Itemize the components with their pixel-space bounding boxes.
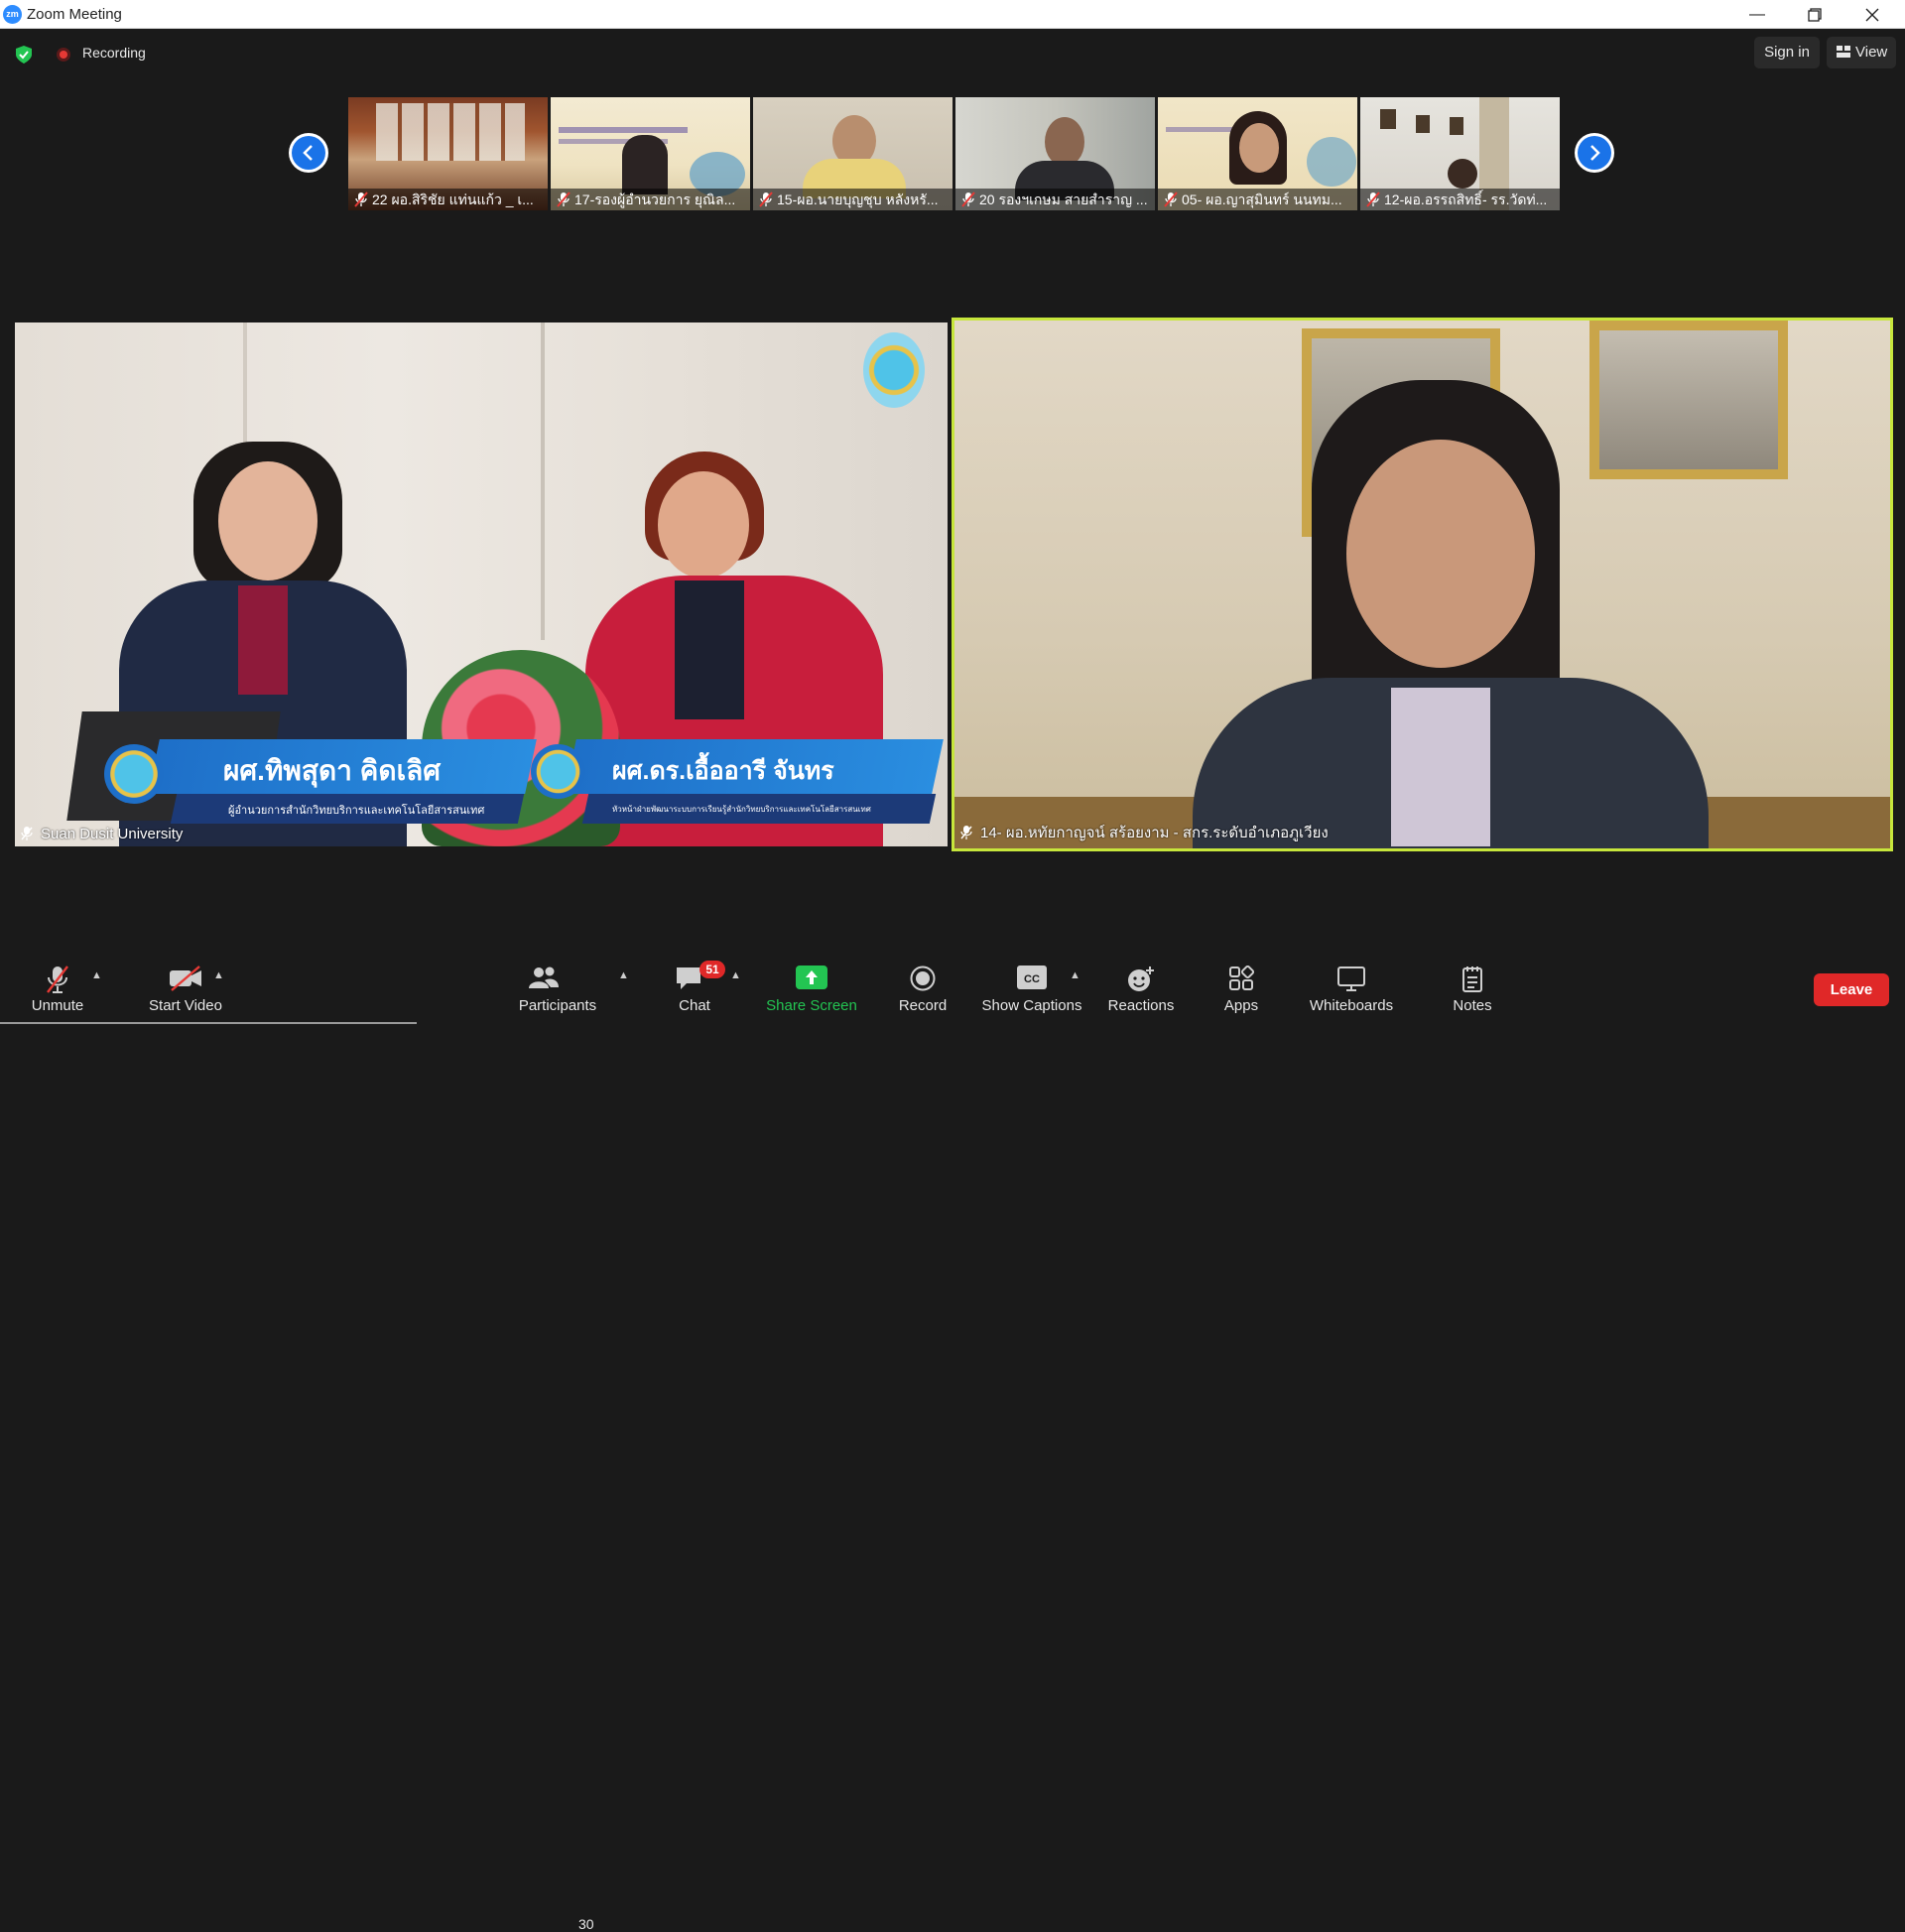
title-bar: zm Zoom Meeting — [0,0,1905,29]
reactions-button[interactable]: Reactions [1101,948,1181,1024]
share-screen-button[interactable]: Share Screen [762,948,861,1024]
participant-name: 20 รองฯเกษม สายสำราญ ... [955,189,1155,210]
muted-mic-icon [557,192,571,207]
recording-icon [57,48,70,62]
muted-mic-icon [960,826,972,839]
notes-icon [1462,966,1482,992]
apps-button[interactable]: Apps [1202,948,1281,1024]
participant-name: 17-รองผู้อำนวยการ ยุณิล... [551,189,750,210]
participant-thumbnail[interactable]: 22 ผอ.สิริชัย แท่นแก้ว _ เ... [348,97,548,210]
smiley-plus-icon [1128,966,1154,991]
chat-icon [677,967,700,989]
share-screen-label: Share Screen [766,997,857,1014]
participant-thumbnail[interactable]: 12-ผอ.อรรถสิทธิ์- รร.วัดท่... [1360,97,1560,210]
show-captions-label: Show Captions [981,997,1082,1014]
minimize-button[interactable]: — [1728,0,1786,29]
whiteboards-label: Whiteboards [1309,997,1394,1014]
window-title: Zoom Meeting [27,6,122,23]
record-label: Record [898,997,948,1014]
chat-label: Chat [679,997,710,1014]
participants-label: Participants [518,997,597,1014]
participants-icon [529,966,559,988]
video-options-chevron-up-icon[interactable]: ▲ [213,969,224,981]
show-captions-button[interactable]: CC Show Captions [977,948,1086,1024]
participants-options-chevron-up-icon[interactable]: ▲ [618,969,629,981]
participant-name: 12-ผอ.อรรถสิทธิ์- รร.วัดท่... [1360,189,1560,210]
muted-mic-icon [1164,192,1178,207]
whiteboards-button[interactable]: Whiteboards [1297,948,1406,1024]
participant-name: 15-ผอ.นายบุญชุบ หลังหรั... [753,189,952,210]
chat-unread-badge: 51 [699,961,725,978]
unmute-label: Unmute [31,997,84,1014]
whiteboard-icon [1337,966,1365,991]
audio-options-chevron-up-icon[interactable]: ▲ [91,969,102,981]
caption-role-2: หัวหน้าฝ่ายพัฒนาระบบการเรียนรู้สำนักวิทย… [612,805,871,814]
reactions-label: Reactions [1107,997,1175,1014]
chat-button[interactable]: Chat [655,948,734,1024]
gallery-view-icon [1837,46,1850,58]
caption-name-2: ผศ.ดร.เอื้ออารี จันทร [612,757,834,785]
caption-name-1: ผศ.ทิพสุดา คิดเลิศ [223,755,442,786]
meeting-toolbar: Unmute ▲ Start Video ▲ Participants 30 ▲… [0,948,1905,1932]
muted-mic-icon [21,827,33,840]
muted-mic-icon [47,966,68,993]
video-off-icon [170,966,201,991]
notes-button[interactable]: Notes [1433,948,1512,1024]
view-button[interactable]: View [1827,37,1896,68]
participant-gallery-strip: 22 ผอ.สิริชัย แท่นแก้ว _ เ... 17-รองผู้อ… [348,97,1560,210]
participant-thumbnail[interactable]: 15-ผอ.นายบุญชุบ หลังหรั... [753,97,952,210]
apps-label: Apps [1223,997,1259,1014]
apps-icon [1229,966,1254,990]
sign-in-button[interactable]: Sign in [1754,37,1820,68]
muted-mic-icon [1366,192,1380,207]
recording-label: Recording [82,45,146,61]
participant-name: 22 ผอ.สิริชัย แท่นแก้ว _ เ... [348,189,548,210]
zoom-logo-icon: zm [3,5,22,24]
restore-button[interactable] [1786,0,1843,29]
university-seal-logo [863,332,925,408]
lower-third-caption-1: ผศ.ทิพสุดา คิดเลิศ ผู้อำนวยการสำนักวิทยบ… [104,739,537,829]
chevron-left-icon [303,145,313,161]
tile-name: 14- ผอ.หทัยกาญจน์ สร้อยงาม - สกร.ระดับอำ… [980,825,1329,841]
chat-options-chevron-up-icon[interactable]: ▲ [730,969,741,981]
share-screen-icon [796,966,827,989]
participants-count: 30 [578,1916,594,1932]
tile-name: Suan Dusit University [41,826,184,842]
record-button[interactable]: Record [883,948,962,1024]
tile-name-label: 14- ผอ.หทัยกาญจน์ สร้อยงาม - สกร.ระดับอำ… [960,821,1329,844]
previous-page-button[interactable] [289,133,328,173]
muted-mic-icon [961,192,975,207]
next-page-button[interactable] [1575,133,1614,173]
participant-thumbnail[interactable]: 20 รองฯเกษม สายสำราญ ... [955,97,1155,210]
caption-role-1: ผู้อำนวยการสำนักวิทยบริการและเทคโนโลยีสา… [228,805,485,817]
muted-mic-icon [759,192,773,207]
lower-third-caption-2: ผศ.ดร.เอื้ออารี จันทร หัวหน้าฝ่ายพัฒนาระ… [531,739,948,829]
closed-captions-icon: CC [1017,966,1047,989]
record-icon [910,966,936,991]
view-label: View [1855,44,1888,61]
chevron-right-icon [1590,145,1600,161]
security-shield-icon[interactable] [16,46,32,64]
video-tile-suan-dusit[interactable]: ผศ.ทิพสุดา คิดเลิศ ผู้อำนวยการสำนักวิทยบ… [15,322,948,846]
start-video-button[interactable]: Start Video [131,948,240,1024]
framed-portrait-right [1589,321,1788,479]
start-video-label: Start Video [149,997,222,1014]
svg-text:CC: CC [1024,973,1040,985]
unmute-button[interactable]: Unmute [18,948,97,1024]
captions-options-chevron-up-icon[interactable]: ▲ [1070,969,1080,981]
participants-button[interactable]: Participants [508,948,607,1024]
participant-name: 05- ผอ.ญาสุมินทร์ นนทม... [1158,189,1357,210]
participant-thumbnail[interactable]: 17-รองผู้อำนวยการ ยุณิล... [551,97,750,210]
tile-name-label: Suan Dusit University [21,826,183,842]
muted-mic-icon [354,192,368,207]
close-button[interactable] [1843,0,1901,29]
video-tile-active-speaker[interactable]: 14- ผอ.หทัยกาญจน์ สร้อยงาม - สกร.ระดับอำ… [952,318,1893,851]
leave-button[interactable]: Leave [1814,973,1889,1006]
participant-thumbnail[interactable]: 05- ผอ.ญาสุมินทร์ นนทม... [1158,97,1357,210]
notes-label: Notes [1453,997,1492,1014]
